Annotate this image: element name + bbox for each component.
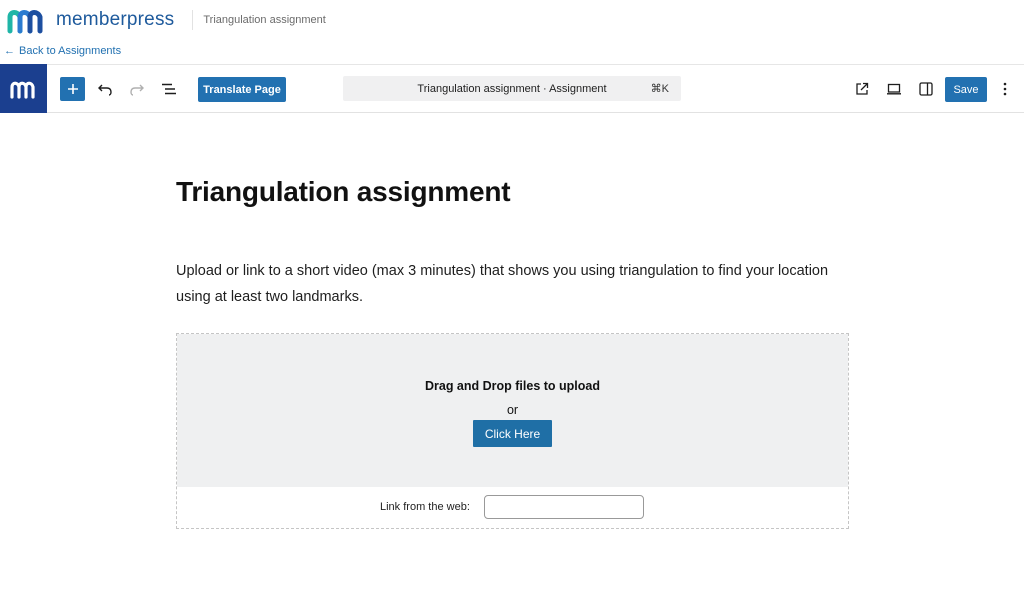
memberpress-logo-icon [7,10,43,34]
back-link-label: Back to Assignments [19,45,122,57]
brand: memberpress [0,5,174,35]
settings-sidebar-button[interactable] [915,77,937,101]
link-from-web-input[interactable] [484,495,644,519]
preview-button[interactable] [883,77,905,101]
page-title[interactable]: Triangulation assignment [176,176,511,208]
document-title: Triangulation assignment · Assignment [417,82,607,95]
view-page-button[interactable] [851,77,873,101]
link-from-web-label: Link from the web: [380,501,470,513]
document-overview-button[interactable] [158,77,180,101]
desktop-preview-icon [887,83,901,95]
editor-app: memberpress Triangulation assignment ← B… [0,0,1024,612]
brand-name: memberpress [56,9,175,30]
arrow-left-icon: ← [4,45,15,57]
save-button[interactable]: Save [945,77,987,102]
undo-icon [98,84,112,96]
list-view-icon [162,83,176,95]
file-upload-block: Drag and Drop files to upload or Click H… [176,333,849,529]
brand-divider [192,10,194,30]
external-link-icon [856,82,869,95]
undo-button[interactable] [94,77,116,101]
redo-button[interactable] [126,77,148,101]
back-to-assignments-link[interactable]: ← Back to Assignments [4,45,121,57]
plus-icon [67,84,78,94]
drop-zone[interactable]: Drag and Drop files to upload or Click H… [177,334,848,487]
drop-zone-or: or [506,403,519,417]
more-vertical-icon [1003,82,1007,96]
click-here-button[interactable]: Click Here [473,420,552,447]
sidebar-toggle-icon [919,82,933,96]
redo-icon [130,84,144,96]
options-button[interactable] [997,77,1013,101]
document-title-command-bar[interactable]: Triangulation assignment · Assignment ⌘K [343,76,681,101]
translate-page-button[interactable]: Translate Page [198,77,286,102]
toolbar-logo[interactable] [0,64,47,113]
assignment-description[interactable]: Upload or link to a short video (max 3 m… [176,258,848,310]
memberpress-m-icon [9,81,35,99]
add-block-button[interactable] [60,77,85,101]
brand-context-title: Triangulation assignment [203,14,326,26]
drop-zone-title: Drag and Drop files to upload [424,379,600,393]
brand-bar: memberpress Triangulation assignment [0,0,1024,40]
command-shortcut: ⌘K [650,83,669,95]
